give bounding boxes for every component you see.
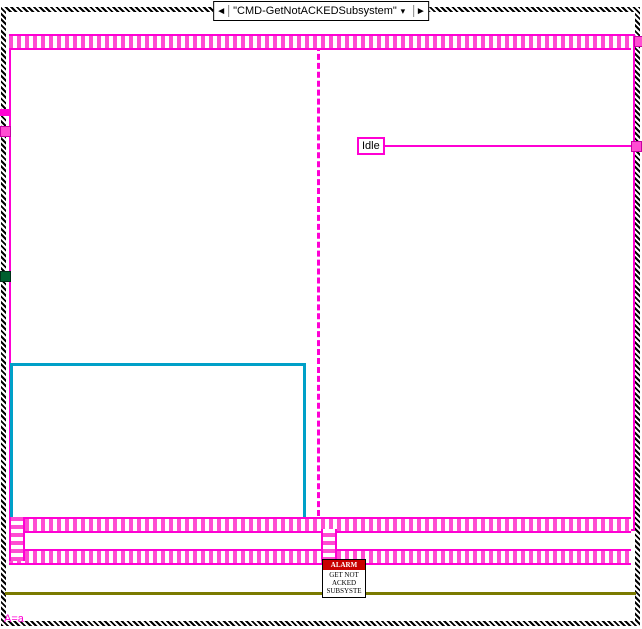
- pink-cluster-rail-bottom: [9, 549, 631, 565]
- idle-right-terminal: [631, 141, 642, 152]
- cyan-sub-structure: [10, 363, 306, 527]
- pink-cluster-rail-left-join: [9, 517, 25, 561]
- alarm-subvi-header: ALARM: [323, 560, 365, 570]
- idle-string-constant[interactable]: Idle: [357, 137, 385, 155]
- left-terminal-2: [0, 126, 11, 137]
- idle-wire: [381, 145, 633, 147]
- alarm-get-not-acked-subvi[interactable]: ALARM GET NOT ACKED SUBSYSTE: [322, 559, 366, 598]
- case-prev-arrow-icon[interactable]: ◄: [214, 3, 228, 19]
- case-dropdown-icon[interactable]: ▾: [397, 6, 409, 17]
- case-next-arrow-icon[interactable]: ►: [414, 3, 428, 19]
- alarm-subvi-body: GET NOT ACKED SUBSYSTE: [323, 570, 365, 597]
- labview-block-diagram: ◄ "CMD-GetNotACKEDSubsystem" ▾ ► Idle AL…: [0, 0, 642, 629]
- bottom-a-eq-a-label: A=a: [4, 613, 24, 625]
- olive-shift-wire: [5, 592, 636, 595]
- pink-cluster-rail-top: [9, 34, 631, 50]
- right-top-pink-terminal: [634, 36, 642, 47]
- pink-cluster-rail-center-drop: [321, 529, 337, 561]
- idle-string-label: Idle: [362, 140, 380, 152]
- pink-cluster-rail-mid: [9, 517, 631, 533]
- magenta-divider-vertical: [317, 36, 320, 525]
- case-selector[interactable]: ◄ "CMD-GetNotACKEDSubsystem" ▾ ►: [213, 1, 429, 21]
- left-terminal-1: [0, 109, 9, 116]
- case-selector-label: "CMD-GetNotACKEDSubsystem": [233, 5, 397, 17]
- left-green-terminal: [0, 271, 11, 282]
